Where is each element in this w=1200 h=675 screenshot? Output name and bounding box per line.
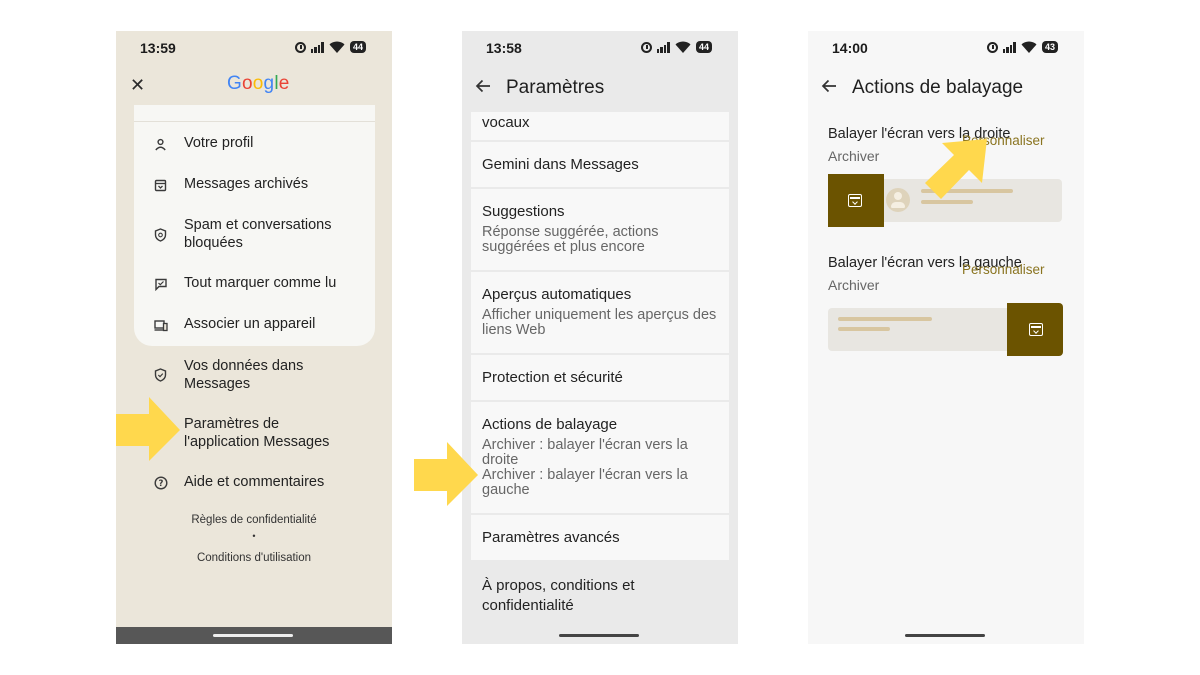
status-bar: 13:58 44 bbox=[462, 31, 738, 63]
settings-item-subtitle: Archiver : balayer l'écran vers la gauch… bbox=[482, 467, 688, 498]
menu-item-mark-read[interactable]: Tout marquer comme lu bbox=[184, 275, 336, 293]
settings-item-about[interactable]: À propos, conditions et confidentialité bbox=[482, 576, 682, 616]
person-icon bbox=[154, 138, 167, 151]
highlight-arrow-icon bbox=[925, 139, 987, 199]
page-title: Actions de balayage bbox=[852, 77, 1024, 98]
wifi-icon bbox=[675, 41, 691, 53]
settings-item-title: Suggestions bbox=[482, 203, 565, 220]
menu-item-app-settings[interactable]: Paramètres de l'application Messages bbox=[184, 416, 344, 451]
settings-item-subtitle: Archiver : balayer l'écran vers la droit… bbox=[482, 437, 688, 468]
chat-check-icon bbox=[154, 278, 167, 292]
settings-item-title: Aperçus automatiques bbox=[482, 286, 632, 303]
back-arrow-icon[interactable] bbox=[821, 79, 837, 98]
highlight-arrow-icon bbox=[414, 442, 478, 506]
legal-separator: • bbox=[252, 531, 256, 541]
wifi-icon bbox=[1021, 41, 1037, 53]
home-indicator[interactable] bbox=[213, 634, 293, 637]
settings-item-subtitle: Réponse suggérée, actions suggérées et p… bbox=[482, 224, 659, 255]
archive-icon bbox=[1029, 323, 1043, 336]
page-title: Paramètres bbox=[506, 77, 605, 98]
message-preview-line bbox=[838, 317, 932, 321]
left-swipe-archive-action bbox=[1007, 303, 1063, 356]
signal-icon bbox=[656, 41, 670, 53]
status-bar: 14:00 43 bbox=[808, 31, 1084, 63]
home-indicator[interactable] bbox=[905, 634, 985, 637]
shield-data-icon bbox=[154, 368, 167, 382]
help-icon: ? bbox=[154, 476, 168, 490]
settings-item-title: Actions de balayage bbox=[482, 416, 618, 433]
menu-item-your-data[interactable]: Vos données dans Messages bbox=[184, 358, 334, 393]
settings-item-advanced[interactable]: Paramètres avancés bbox=[471, 515, 729, 560]
phone-screen-settings: 13:58 44 Paramètres vocaux Gemini dans M… bbox=[462, 31, 738, 644]
back-arrow-icon[interactable] bbox=[475, 79, 491, 98]
battery-icon: 44 bbox=[695, 41, 712, 53]
menu-item-help[interactable]: Aide et commentaires bbox=[184, 474, 324, 492]
phone-screen-swipe-actions: 14:00 43 Actions de balayage Balayer l'é… bbox=[808, 31, 1084, 644]
battery-icon: 43 bbox=[1041, 41, 1058, 53]
svg-text:?: ? bbox=[159, 479, 164, 489]
home-indicator[interactable] bbox=[559, 634, 639, 637]
menu-item-pair-device[interactable]: Associer un appareil bbox=[184, 316, 315, 334]
privacy-link[interactable]: Règles de confidentialité bbox=[116, 514, 392, 526]
settings-item-title: vocaux bbox=[482, 114, 530, 131]
signal-icon bbox=[1002, 41, 1016, 53]
settings-item-protection[interactable]: Protection et sécurité bbox=[471, 355, 729, 400]
message-preview-line bbox=[838, 327, 890, 331]
alarm-icon bbox=[294, 41, 306, 53]
left-swipe-customize-button[interactable]: Personnaliser bbox=[962, 262, 1045, 277]
devices-icon bbox=[154, 319, 168, 332]
status-time: 13:58 bbox=[486, 40, 522, 56]
avatar-icon bbox=[886, 188, 910, 212]
menu-item-profile[interactable]: Votre profil bbox=[184, 135, 253, 153]
archive-icon bbox=[848, 194, 862, 207]
menu-item-archived[interactable]: Messages archivés bbox=[184, 176, 308, 194]
alarm-icon bbox=[640, 41, 652, 53]
card-divider bbox=[134, 121, 375, 122]
settings-item-gemini[interactable]: Gemini dans Messages bbox=[471, 142, 729, 187]
settings-item-swipe-actions[interactable]: Actions de balayage Archiver : balayer l… bbox=[471, 402, 729, 513]
status-time: 14:00 bbox=[832, 40, 868, 56]
wifi-icon bbox=[329, 41, 345, 53]
terms-link[interactable]: Conditions d'utilisation bbox=[116, 552, 392, 564]
settings-item-title: Paramètres avancés bbox=[482, 529, 620, 546]
signal-icon bbox=[310, 41, 324, 53]
settings-item-suggestions[interactable]: Suggestions Réponse suggérée, actions su… bbox=[471, 189, 729, 270]
archive-icon bbox=[154, 179, 167, 192]
shield-icon bbox=[154, 228, 167, 242]
highlight-arrow-icon bbox=[116, 397, 180, 461]
right-swipe-action: Archiver bbox=[828, 148, 880, 164]
left-swipe-action: Archiver bbox=[828, 277, 880, 293]
settings-item-title: Protection et sécurité bbox=[482, 369, 623, 386]
menu-item-spam[interactable]: Spam et conversations bloquées bbox=[184, 217, 364, 252]
status-time: 13:59 bbox=[140, 40, 176, 56]
close-icon[interactable]: ✕ bbox=[130, 76, 145, 94]
alarm-icon bbox=[986, 41, 998, 53]
settings-item-title: Gemini dans Messages bbox=[482, 156, 639, 173]
settings-item-previews[interactable]: Aperçus automatiques Afficher uniquement… bbox=[471, 272, 729, 353]
settings-item-voice[interactable]: vocaux bbox=[471, 112, 729, 140]
battery-icon: 44 bbox=[349, 41, 366, 53]
status-bar: 13:59 44 bbox=[116, 31, 392, 63]
phone-screen-google-menu: 13:59 44 ✕ Google Votre profil Messages … bbox=[116, 31, 392, 644]
right-swipe-archive-action bbox=[828, 174, 884, 227]
google-logo: Google bbox=[227, 73, 290, 94]
settings-item-subtitle: Afficher uniquement les aperçus des lien… bbox=[482, 307, 717, 338]
